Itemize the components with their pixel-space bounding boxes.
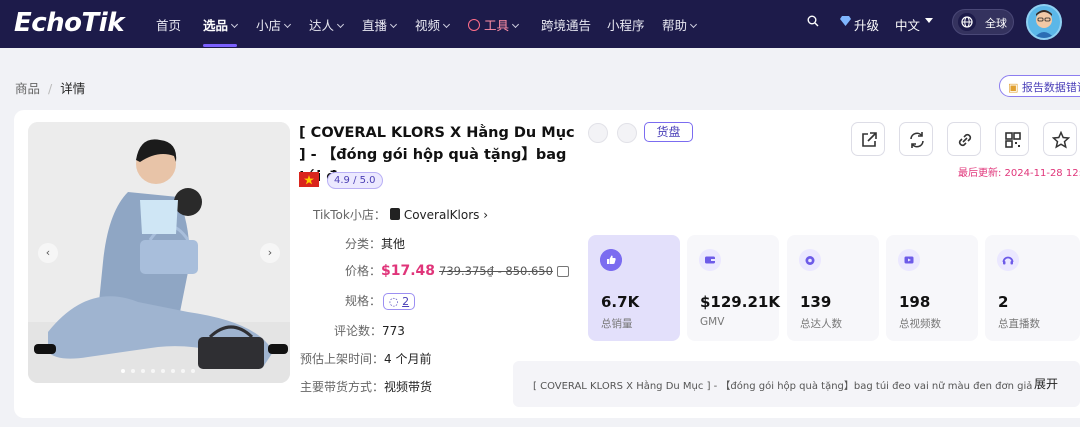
stat-label: 总直播数	[998, 318, 1040, 330]
globe-icon	[958, 13, 976, 31]
chevron-down-icon	[336, 20, 345, 29]
category-row: 分类：其他	[345, 237, 406, 251]
report-icon: ▣	[1008, 81, 1019, 94]
creator-icon	[799, 249, 821, 271]
stat-gmv: $129.21K GMV	[687, 235, 780, 341]
chevron-down-icon	[389, 20, 398, 29]
chevron-down-icon	[689, 20, 698, 29]
chevron-down-icon	[283, 20, 292, 29]
nav-item-tools[interactable]: 工具	[468, 15, 520, 34]
stat-total-videos: 198 总视频数	[886, 235, 978, 341]
stat-total-creators: 139 总达人数	[787, 235, 879, 341]
refresh-icon	[910, 132, 924, 148]
share-icon[interactable]	[588, 123, 608, 143]
product-pool-button[interactable]: 货盘	[644, 122, 693, 142]
stat-value: 139	[800, 293, 832, 311]
stat-value: 198	[899, 293, 931, 311]
star-icon	[1052, 131, 1070, 149]
product-image-carousel[interactable]: ‹ ›	[28, 122, 290, 383]
carousel-dot[interactable]	[161, 369, 165, 373]
carousel-dot[interactable]	[191, 369, 195, 373]
rating-badge: 4.9 / 5.0	[327, 172, 383, 189]
region-label: 全球	[985, 17, 1007, 30]
shop-icon	[389, 208, 400, 220]
carousel-dot[interactable]	[141, 369, 145, 373]
vietnam-flag-icon	[299, 172, 319, 187]
external-link-icon	[862, 132, 877, 147]
price-row: 价格：$17.48 739.375₫ - 850.650	[345, 262, 569, 279]
stat-value: 2	[998, 293, 1009, 311]
nav-item-video[interactable]: 视频	[415, 15, 451, 34]
upgrade-button[interactable]: 升级	[854, 15, 879, 34]
video-icon	[898, 249, 920, 271]
stat-label: 总销量	[601, 318, 633, 330]
tiktok-icon[interactable]	[617, 123, 637, 143]
nav-item-shop[interactable]: 小店	[256, 15, 292, 34]
listed-time-row: 预估上架时间：4 个月前	[300, 352, 432, 366]
breadcrumb-products[interactable]: 商品	[15, 81, 40, 96]
nav-item-product-selection[interactable]: 选品	[203, 15, 239, 34]
avatar[interactable]	[1026, 4, 1062, 40]
product-description: [ COVERAL KLORS X Hằng Du Mục ] - 【đóng …	[533, 381, 1033, 392]
price-history-icon[interactable]	[556, 266, 569, 277]
stat-value: $129.21K	[700, 293, 780, 311]
caret-down-icon	[925, 18, 933, 23]
shop-row: TikTok小店： CoveralKlors ›	[313, 208, 489, 222]
carousel-dot[interactable]	[131, 369, 135, 373]
expand-description-button[interactable]: 展开	[1034, 375, 1058, 392]
carousel-dot[interactable]	[171, 369, 175, 373]
carousel-prev-button[interactable]: ‹	[38, 243, 58, 263]
stat-label: 总视频数	[899, 318, 941, 330]
favorite-button[interactable]	[1043, 122, 1077, 156]
stat-label: GMV	[700, 316, 725, 328]
price: $17.48	[381, 263, 436, 279]
carousel-next-button[interactable]: ›	[260, 243, 280, 263]
original-price: 739.375₫ - 850.650	[439, 264, 553, 278]
carousel-dot[interactable]	[121, 369, 125, 373]
sales-channel-row: 主要带货方式：视频带货	[300, 380, 433, 394]
wallet-icon	[699, 249, 721, 271]
logo[interactable]: EchoTik	[14, 8, 124, 38]
qr-code-icon	[1005, 132, 1021, 148]
stat-value: 6.7K	[601, 293, 640, 311]
open-external-button[interactable]	[851, 122, 885, 156]
active-tab-indicator	[203, 44, 237, 47]
diamond-icon	[840, 16, 851, 26]
spec-button[interactable]: ◌ 2	[383, 293, 416, 310]
breadcrumb: 商品 / 详情	[15, 81, 86, 96]
stat-label: 总达人数	[800, 318, 842, 330]
refresh-button[interactable]	[899, 122, 933, 156]
carousel-dot[interactable]	[151, 369, 155, 373]
last-updated-timestamp: 最后更新: 2024-11-28 12:25	[958, 168, 1080, 179]
live-icon	[997, 249, 1019, 271]
nav-item-mini-program[interactable]: 小程序	[607, 15, 645, 34]
chevron-down-icon	[230, 20, 239, 29]
tools-icon	[468, 19, 480, 31]
qr-code-button[interactable]	[995, 122, 1029, 156]
copy-link-button[interactable]	[947, 122, 981, 156]
breadcrumb-detail: 详情	[60, 81, 86, 96]
stat-total-sales: 6.7K 总销量	[588, 235, 680, 341]
nav-item-help[interactable]: 帮助	[662, 15, 698, 34]
shop-link[interactable]: CoveralKlors	[404, 208, 480, 222]
nav-item-home[interactable]: 首页	[156, 15, 181, 34]
chevron-down-icon	[511, 20, 520, 29]
language-selector[interactable]: 中文	[895, 15, 920, 34]
thumbs-up-icon	[600, 249, 622, 271]
reviews-row: 评论数：773	[334, 324, 405, 338]
spec-row: 规格： ◌ 2	[345, 292, 416, 310]
carousel-dot[interactable]	[181, 369, 185, 373]
nav-item-creators[interactable]: 达人	[309, 15, 345, 34]
search-icon[interactable]	[807, 15, 819, 27]
chevron-down-icon	[442, 20, 451, 29]
nav-item-live[interactable]: 直播	[362, 15, 398, 34]
top-nav: EchoTik 首页 选品 小店 达人 直播 视频 工具 跨境通告 小程序 帮助…	[0, 0, 1080, 48]
nav-item-cross-border-notice[interactable]: 跨境通告	[541, 15, 591, 34]
stat-total-lives: 2 总直播数	[985, 235, 1080, 341]
report-data-error-button[interactable]: ▣ 报告数据错误	[999, 75, 1080, 97]
product-photo	[28, 122, 290, 383]
link-icon	[958, 133, 972, 147]
